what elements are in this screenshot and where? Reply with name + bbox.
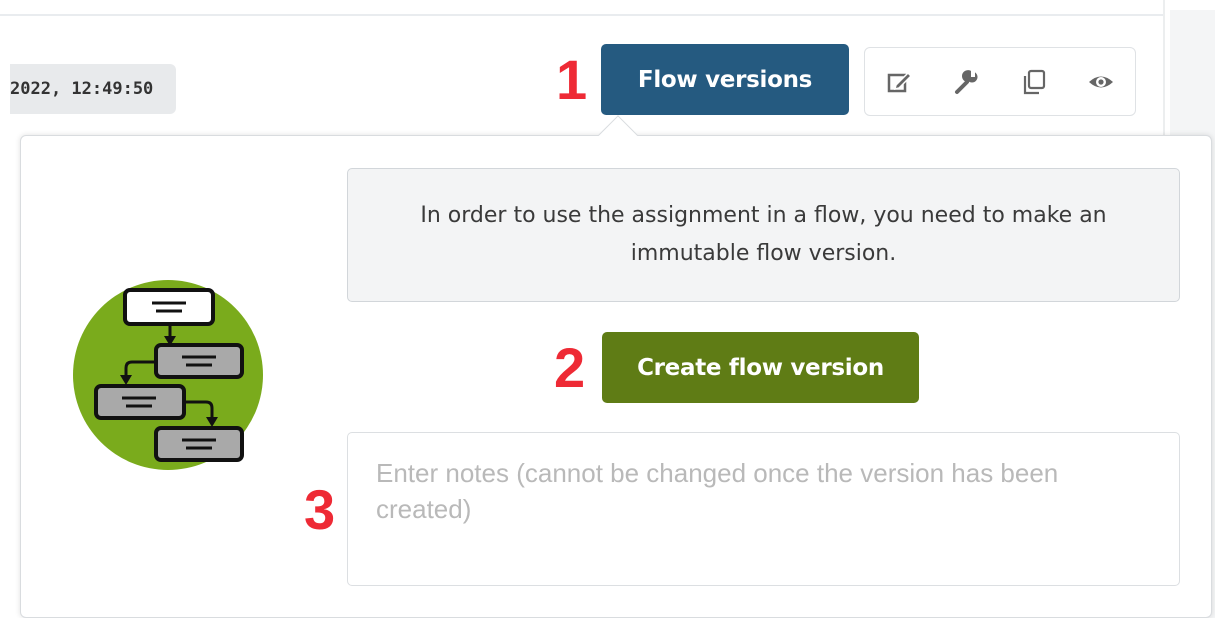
create-flow-version-button[interactable]: Create flow version [602, 332, 919, 403]
copy-icon [1023, 69, 1045, 94]
settings-button[interactable] [933, 48, 1001, 115]
wrench-icon [955, 69, 978, 94]
step-marker-3: 3 [304, 478, 336, 541]
step-marker-2: 2 [554, 336, 586, 399]
step-marker-1: 1 [556, 48, 588, 111]
flow-versions-button[interactable]: Flow versions [601, 44, 849, 115]
info-message-box: In order to use the assignment in a flow… [347, 168, 1180, 302]
info-message: In order to use the assignment in a flow… [420, 203, 1107, 266]
top-divider [0, 14, 1163, 16]
edit-icon [887, 71, 912, 92]
duplicate-button[interactable] [1000, 48, 1068, 115]
edit-button[interactable] [865, 48, 933, 115]
preview-button[interactable] [1068, 48, 1136, 115]
flow-diagram-illustration [73, 280, 263, 470]
action-toolbar [864, 47, 1136, 116]
modified-timestamp: 2022, 12:49:50 [10, 64, 176, 114]
eye-icon [1089, 76, 1114, 87]
version-notes-input[interactable] [347, 432, 1180, 586]
